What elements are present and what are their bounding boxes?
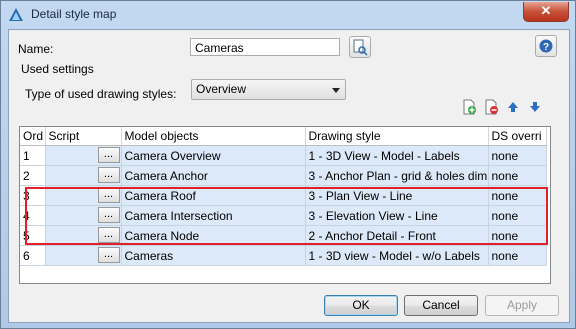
column-header[interactable]: Ord [20,127,46,146]
help-button[interactable]: ? [535,35,557,57]
model-objects-cell[interactable]: Cameras [121,245,306,266]
grid-header: Ord Script Model objects Drawing style D… [20,127,547,146]
close-icon: ✕ [540,3,552,18]
help-icon: ? [539,39,553,53]
model-objects-cell[interactable]: Camera Anchor [121,165,306,186]
ord-cell[interactable]: 1 [20,145,46,166]
script-cell[interactable]: ... [45,205,122,226]
table-row[interactable]: 5 ... Camera Node 2 - Anchor Detail - Fr… [20,225,547,246]
add-row-icon[interactable] [461,99,477,115]
type-label: Type of used drawing styles: [25,87,177,101]
script-browse-button[interactable]: ... [97,207,120,223]
type-dropdown-value: Overview [196,82,247,96]
chevron-down-icon [332,88,340,93]
close-button[interactable]: ✕ [523,2,569,22]
ord-cell[interactable]: 5 [20,225,46,246]
browse-button[interactable] [349,36,371,58]
ok-button[interactable]: OK [324,295,398,316]
script-cell[interactable]: ... [45,145,122,166]
column-header[interactable]: DS overri [488,127,547,146]
ds-override-cell[interactable]: none [488,205,547,226]
style-map-grid: Ord Script Model objects Drawing style D… [19,126,551,284]
drawing-style-cell[interactable]: 3 - Anchor Plan - grid & holes dim [305,165,489,186]
table-row[interactable]: 4 ... Camera Intersection 3 - Elevation … [20,205,547,226]
drawing-style-cell[interactable]: 1 - 3D view - Model - w/o Labels [305,245,489,266]
name-input[interactable]: Cameras [190,38,340,56]
apply-button[interactable]: Apply [485,295,559,316]
move-down-icon[interactable] [528,100,542,114]
drawing-style-cell[interactable]: 3 - Elevation View - Line [305,205,489,226]
column-header[interactable]: Drawing style [305,127,489,146]
table-row[interactable]: 1 ... Camera Overview 1 - 3D View - Mode… [20,145,547,166]
ds-override-cell[interactable]: none [488,145,547,166]
script-cell[interactable]: ... [45,245,122,266]
table-row[interactable]: 6 ... Cameras 1 - 3D view - Model - w/o … [20,245,547,266]
script-browse-button[interactable]: ... [97,187,120,203]
svg-text:?: ? [543,42,549,53]
model-objects-cell[interactable]: Camera Overview [121,145,306,166]
title-bar[interactable]: Detail style map ✕ [1,1,575,29]
type-dropdown[interactable]: Overview [191,79,346,100]
script-browse-button[interactable]: ... [97,147,120,163]
ord-cell[interactable]: 4 [20,205,46,226]
dialog-window: Detail style map ✕ Name: Cameras ? Used … [0,0,576,329]
ds-override-cell[interactable]: none [488,245,547,266]
column-header[interactable]: Script [45,127,122,146]
column-header[interactable]: Model objects [121,127,306,146]
script-browse-button[interactable]: ... [97,167,120,183]
ord-cell[interactable]: 6 [20,245,46,266]
drawing-style-cell[interactable]: 3 - Plan View - Line [305,185,489,206]
ds-override-cell[interactable]: none [488,165,547,186]
table-row[interactable]: 2 ... Camera Anchor 3 - Anchor Plan - gr… [20,165,547,186]
table-row[interactable]: 3 ... Camera Roof 3 - Plan View - Line n… [20,185,547,206]
drawing-style-cell[interactable]: 2 - Anchor Detail - Front [305,225,489,246]
used-settings-label: Used settings [21,62,94,76]
window-title: Detail style map [31,7,117,21]
script-cell[interactable]: ... [45,165,122,186]
model-objects-cell[interactable]: Camera Intersection [121,205,306,226]
delete-row-icon[interactable] [483,99,499,115]
drawing-style-cell[interactable]: 1 - 3D View - Model - Labels [305,145,489,166]
name-label: Name: [18,42,54,56]
app-icon [9,8,23,21]
script-cell[interactable]: ... [45,225,122,246]
move-up-icon[interactable] [506,100,520,114]
browse-icon [353,39,368,56]
script-browse-button[interactable]: ... [97,247,120,263]
cancel-button[interactable]: Cancel [404,295,478,316]
model-objects-cell[interactable]: Camera Roof [121,185,306,206]
ds-override-cell[interactable]: none [488,185,547,206]
ord-cell[interactable]: 2 [20,165,46,186]
ds-override-cell[interactable]: none [488,225,547,246]
script-cell[interactable]: ... [45,185,122,206]
model-objects-cell[interactable]: Camera Node [121,225,306,246]
ord-cell[interactable]: 3 [20,185,46,206]
script-browse-button[interactable]: ... [97,227,120,243]
